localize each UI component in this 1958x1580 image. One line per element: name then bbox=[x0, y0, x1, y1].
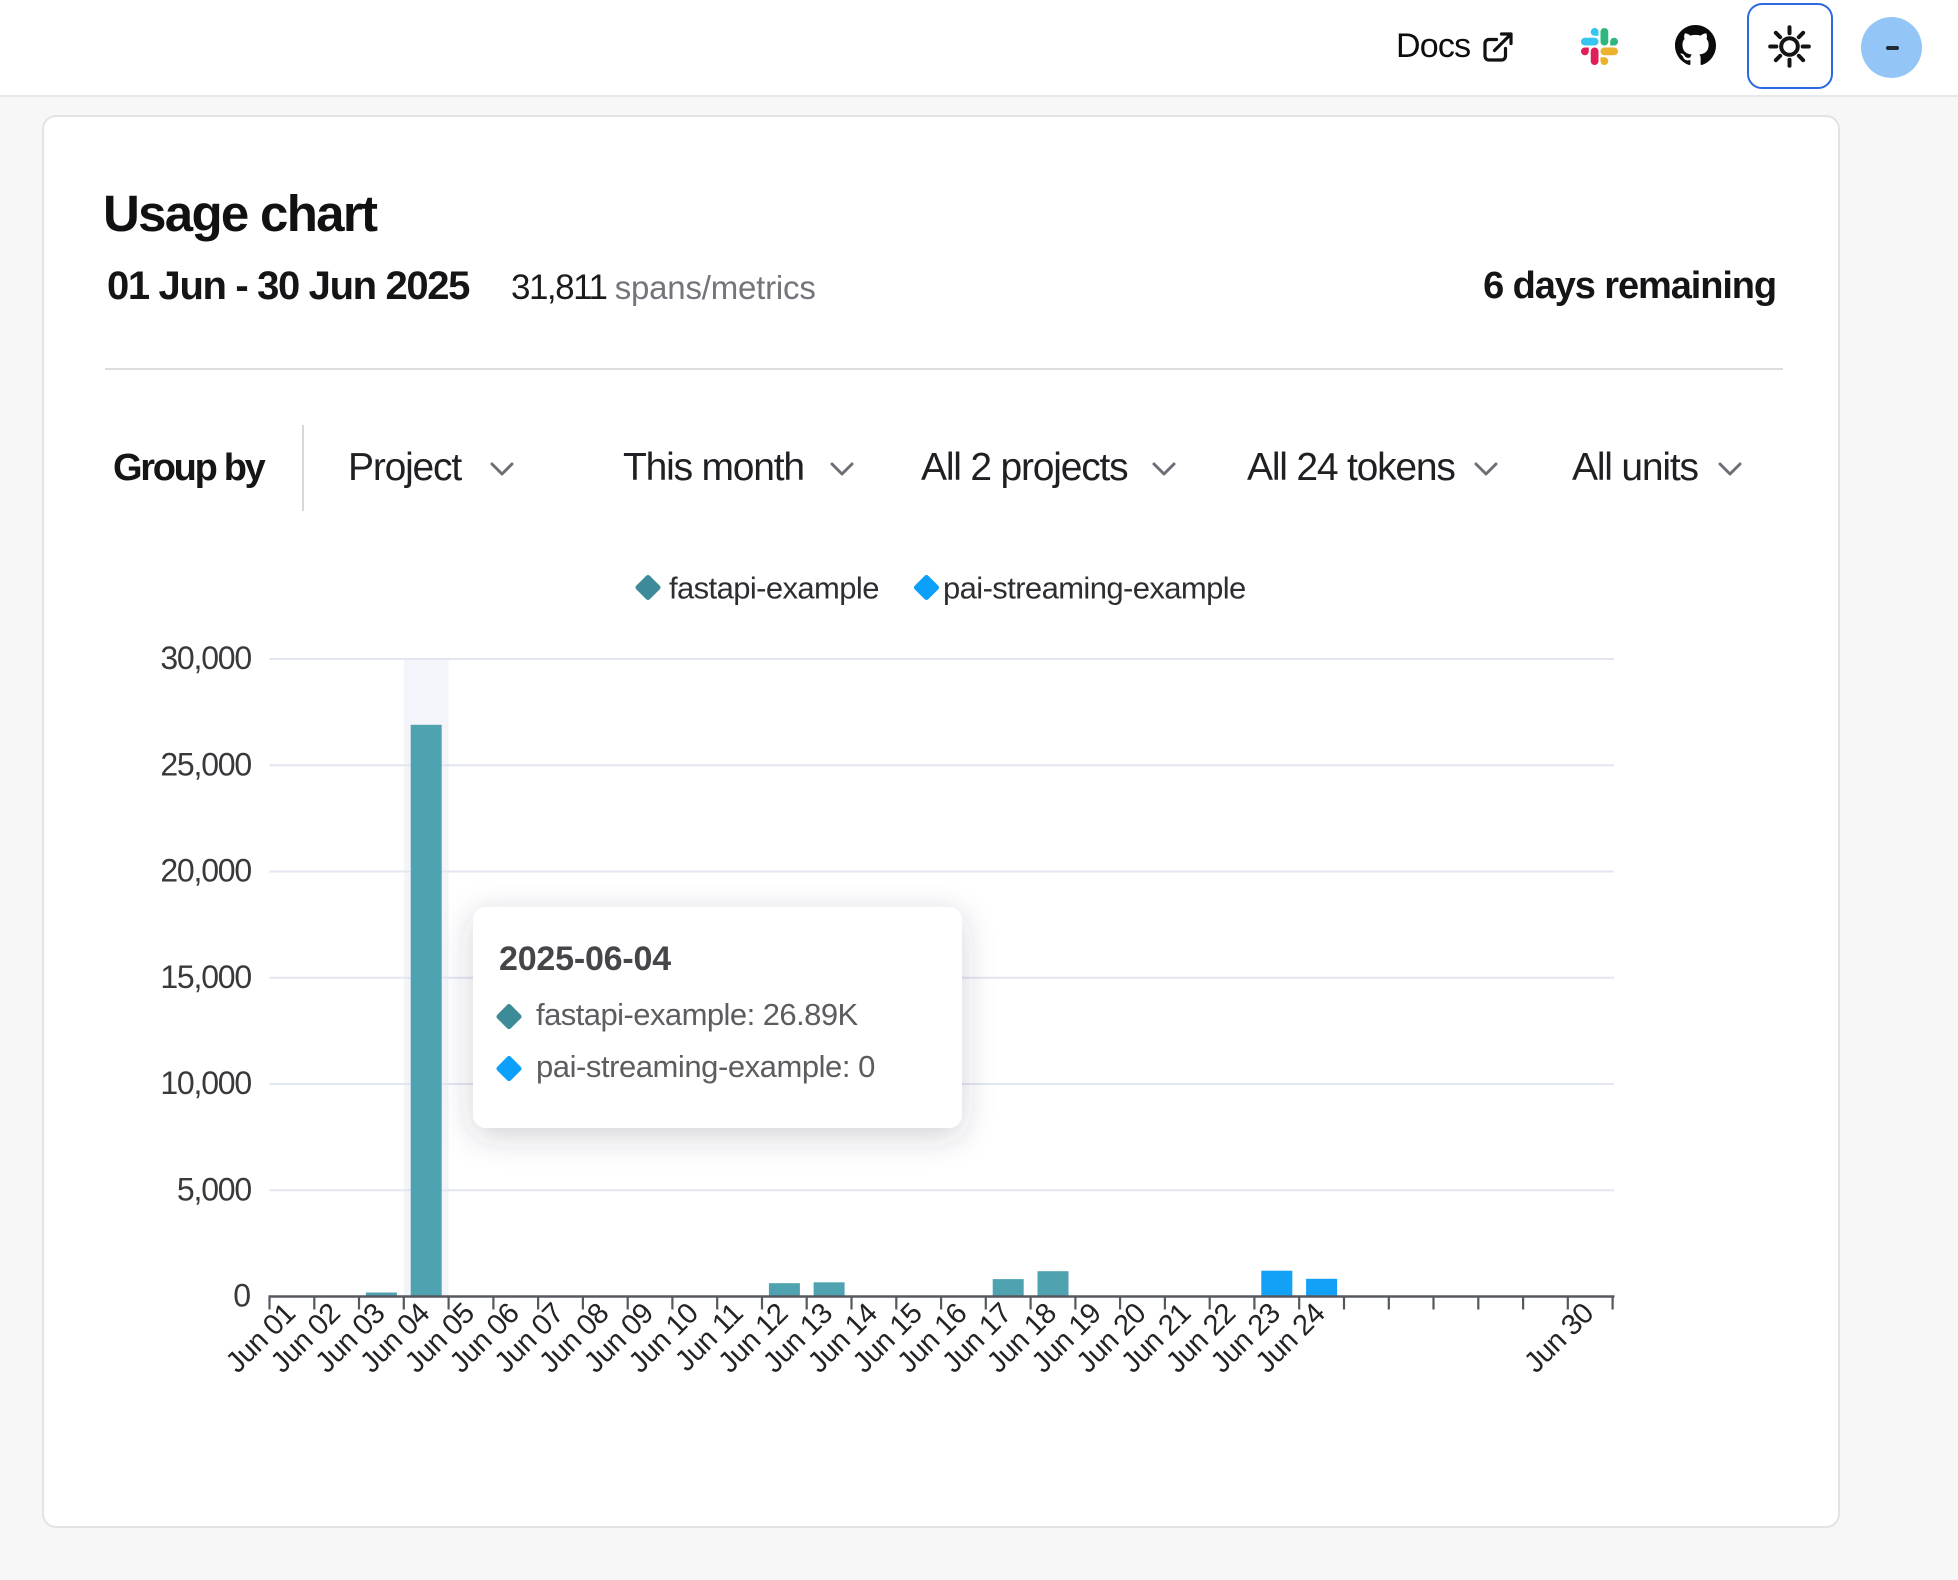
svg-text:pai-streaming-example: 0: pai-streaming-example: 0 bbox=[536, 1049, 875, 1084]
svg-text:Jun 30: Jun 30 bbox=[1518, 1298, 1600, 1380]
svg-text:15,000: 15,000 bbox=[160, 959, 251, 995]
svg-text:10,000: 10,000 bbox=[160, 1065, 251, 1101]
svg-text:30,000: 30,000 bbox=[160, 640, 251, 676]
svg-text:25,000: 25,000 bbox=[160, 746, 251, 782]
svg-text:pai-streaming-example: pai-streaming-example bbox=[943, 571, 1246, 606]
svg-text:5,000: 5,000 bbox=[177, 1171, 251, 1207]
svg-text:20,000: 20,000 bbox=[160, 853, 251, 889]
svg-text:fastapi-example: fastapi-example bbox=[669, 571, 879, 606]
svg-text:fastapi-example: 26.89K: fastapi-example: 26.89K bbox=[536, 997, 859, 1032]
svg-text:0: 0 bbox=[233, 1278, 251, 1314]
svg-text:2025-06-04: 2025-06-04 bbox=[499, 940, 671, 978]
